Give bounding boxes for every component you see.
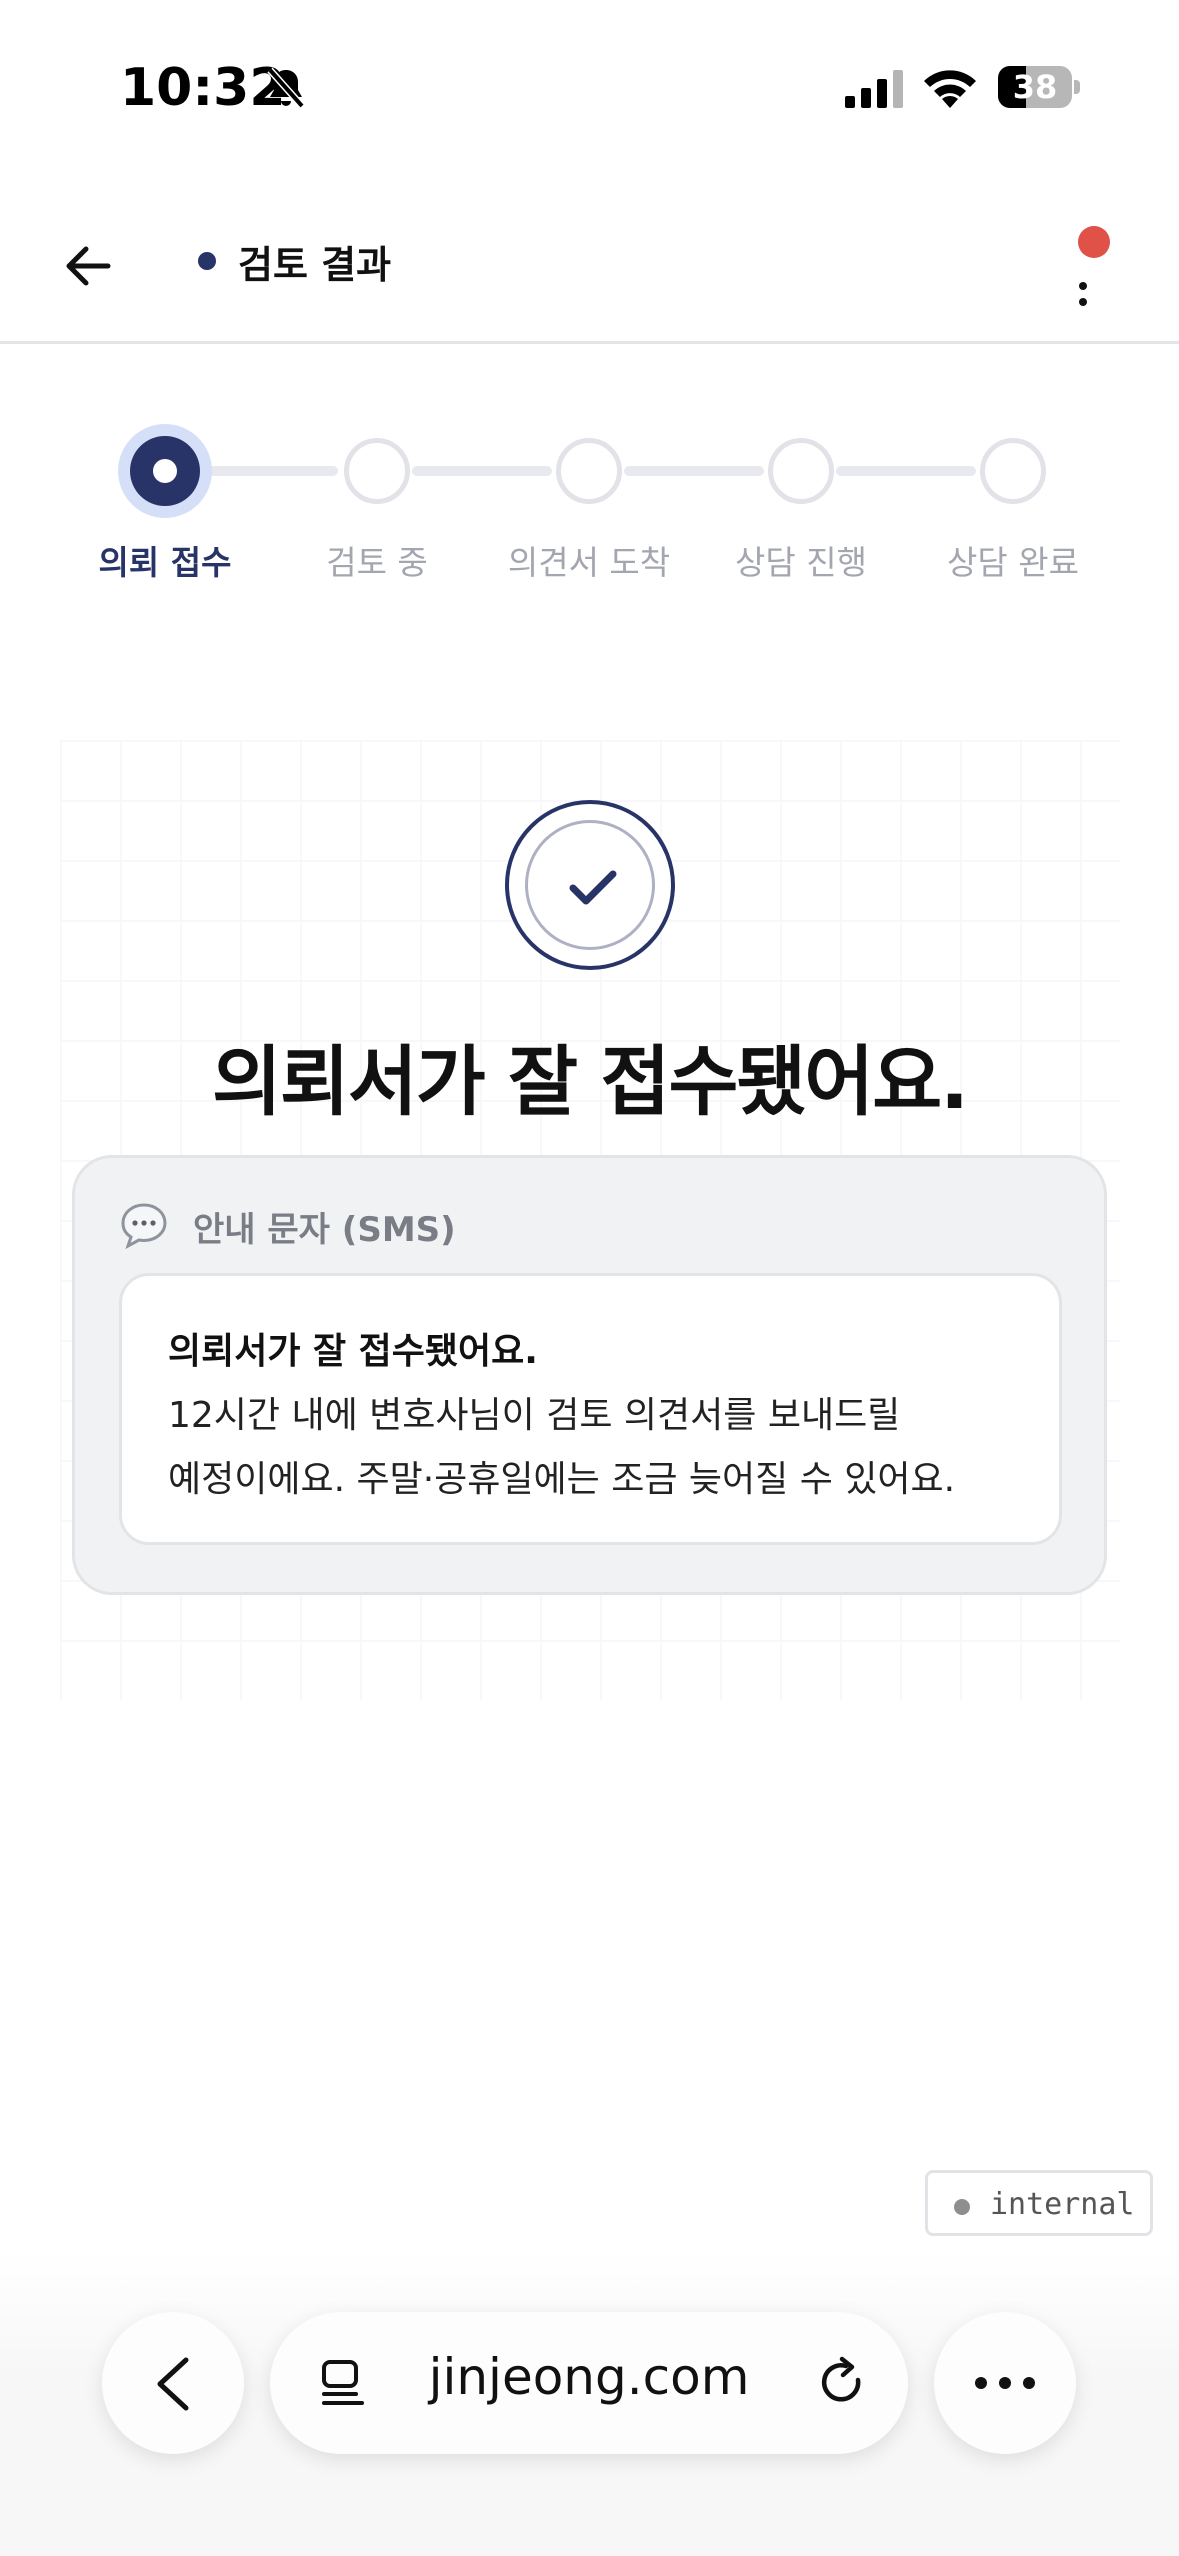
step-connector bbox=[198, 466, 338, 476]
browser-more-button[interactable] bbox=[934, 2312, 1076, 2454]
internal-badge[interactable]: internal bbox=[925, 2170, 1153, 2236]
browser-back-button[interactable] bbox=[102, 2312, 244, 2454]
sms-message-title: 의뢰서가 잘 접수됐어요. bbox=[168, 1331, 538, 1372]
cellular-signal-icon bbox=[845, 70, 903, 108]
step-3-label: 의견서 도착 bbox=[507, 543, 671, 582]
battery-icon: 38 bbox=[998, 66, 1080, 108]
reload-icon[interactable] bbox=[816, 2356, 870, 2410]
step-1-indicator bbox=[130, 436, 200, 506]
notification-dot bbox=[1078, 226, 1110, 258]
chat-bubble-icon bbox=[121, 1203, 167, 1250]
step-connector bbox=[412, 466, 552, 476]
step-connector bbox=[836, 466, 976, 476]
step-active-dot bbox=[153, 459, 177, 483]
more-horizontal-icon bbox=[975, 2377, 1035, 2389]
step-connector bbox=[624, 466, 764, 476]
hero-title: 의뢰서가 잘 접수됐어요. bbox=[212, 1037, 969, 1126]
sms-label: 안내 문자 (SMS) bbox=[193, 1210, 456, 1250]
internal-dot bbox=[954, 2199, 970, 2215]
sms-message-bubble: 의뢰서가 잘 접수됐어요. 12시간 내에 변호사님이 검토 의견서를 보내드릴… bbox=[119, 1273, 1062, 1545]
back-arrow-icon[interactable] bbox=[62, 240, 114, 292]
page-title: 검토 결과 bbox=[238, 243, 392, 287]
app-header: 검토 결과 bbox=[0, 190, 1179, 344]
progress-stepper: 의뢰 접수 검토 중 의견서 도착 상담 진행 상담 완료 bbox=[0, 420, 1179, 600]
sms-message-line-2: 예정이에요. 주말·공휴일에는 조금 늦어질 수 있어요. bbox=[168, 1459, 956, 1500]
sms-message-line-1: 12시간 내에 변호사님이 검토 의견서를 보내드릴 bbox=[168, 1395, 901, 1436]
step-4-indicator bbox=[768, 438, 834, 504]
internal-label: internal bbox=[990, 2187, 1135, 2222]
step-2-indicator bbox=[344, 438, 410, 504]
step-4-label: 상담 진행 bbox=[735, 543, 867, 582]
sms-card: 안내 문자 (SMS) 의뢰서가 잘 접수됐어요. 12시간 내에 변호사님이 … bbox=[72, 1155, 1107, 1595]
bell-slash-icon bbox=[267, 67, 305, 109]
step-5-indicator bbox=[980, 438, 1046, 504]
address-url: jinjeong.com bbox=[428, 2348, 750, 2406]
battery-cap bbox=[1074, 80, 1080, 94]
header-status-dot bbox=[198, 252, 216, 270]
chevron-left-icon bbox=[157, 2357, 189, 2411]
status-time: 10:32 bbox=[120, 58, 286, 118]
battery-body: 38 bbox=[998, 66, 1072, 108]
status-bar: 10:32 38 bbox=[0, 0, 1179, 175]
address-bar[interactable]: jinjeong.com bbox=[270, 2312, 908, 2454]
battery-level: 38 bbox=[1012, 68, 1058, 106]
wifi-icon bbox=[924, 70, 976, 108]
step-1-label: 의뢰 접수 bbox=[98, 543, 232, 582]
step-5-label: 상담 완료 bbox=[947, 543, 1079, 582]
check-circle-icon bbox=[505, 800, 675, 970]
step-2-label: 검토 중 bbox=[326, 543, 428, 582]
check-circle-inner bbox=[525, 820, 655, 950]
step-3-indicator bbox=[556, 438, 622, 504]
checkmark-icon bbox=[569, 870, 617, 905]
